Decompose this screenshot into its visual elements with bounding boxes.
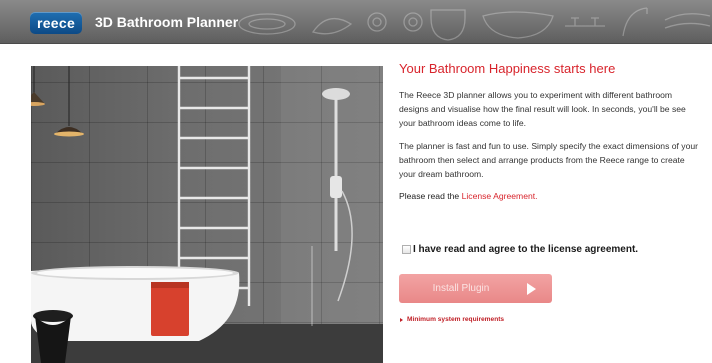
- bathroom-line-art-icon: [238, 7, 711, 41]
- app-header: reece 3D Bathroom Planner: [0, 0, 712, 44]
- intro-paragraph-1: The Reece 3D planner allows you to exper…: [399, 90, 686, 128]
- pendant-lamp-icon: [31, 66, 45, 106]
- license-agreement-link[interactable]: License Agreement.: [462, 191, 538, 201]
- intro-paragraph-2: The planner is fast and fun to use. Simp…: [399, 141, 699, 179]
- intro-panel: Your Bathroom Happiness starts here The …: [399, 61, 699, 201]
- play-arrow-icon: [527, 282, 536, 295]
- license-read-line: Please read the License Agreement.: [399, 191, 699, 201]
- red-towel: [151, 282, 189, 336]
- system-requirements-label[interactable]: Minimum system requirements: [407, 316, 504, 323]
- page-heading: Your Bathroom Happiness starts here: [399, 61, 616, 76]
- agree-label[interactable]: I have read and agree to the license agr…: [413, 244, 638, 255]
- agree-row[interactable]: I have read and agree to the license agr…: [402, 244, 638, 255]
- reece-logo[interactable]: reece: [30, 12, 82, 34]
- system-requirements-link[interactable]: Minimum system requirements: [400, 316, 504, 323]
- agree-checkbox[interactable]: [402, 245, 411, 254]
- license-prefix: Please read the: [399, 191, 462, 201]
- app-title: 3D Bathroom Planner: [95, 14, 239, 30]
- bathroom-photo: [31, 66, 383, 363]
- install-plugin-label: Install Plugin: [432, 283, 490, 294]
- pendant-lamp-icon: [54, 66, 84, 137]
- bullet-arrow-icon: [400, 317, 403, 322]
- install-plugin-button[interactable]: Install Plugin: [399, 274, 552, 303]
